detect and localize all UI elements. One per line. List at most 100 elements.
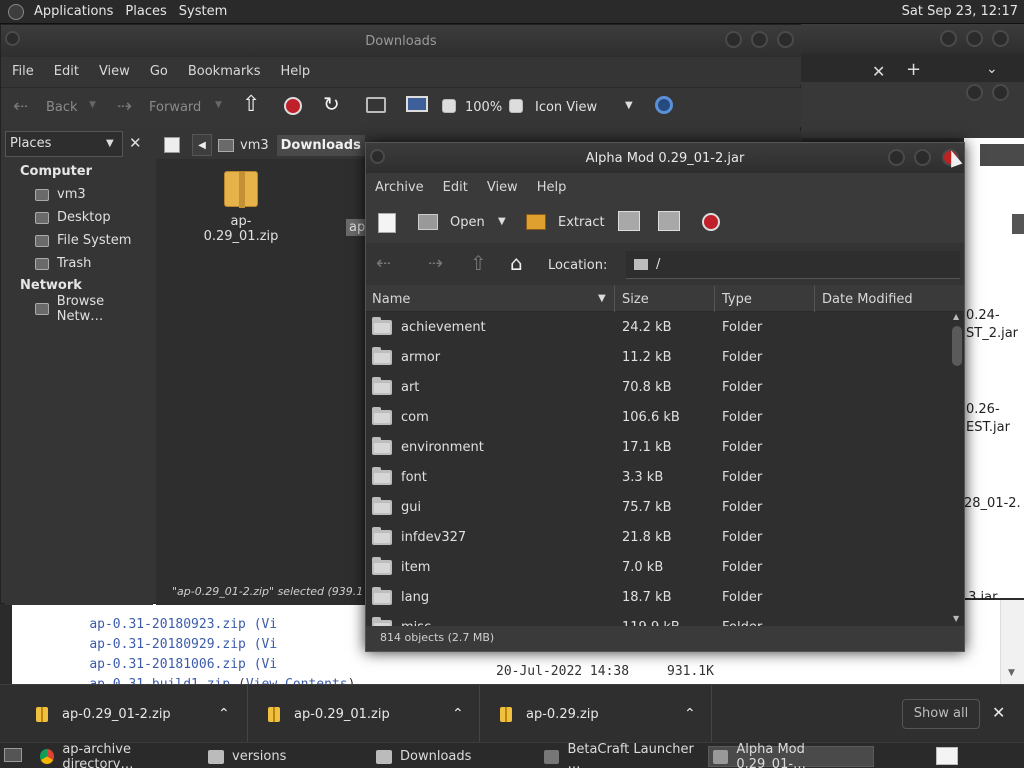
menu-edit[interactable]: Edit — [443, 180, 468, 195]
minimize-button[interactable] — [940, 30, 957, 47]
table-row[interactable]: misc119.9 kBFolder — [368, 612, 948, 626]
close-button[interactable] — [777, 31, 794, 48]
task-betacraft[interactable]: BetaCraft Launcher … — [540, 742, 706, 768]
scroll-down-icon[interactable]: ▼ — [953, 614, 959, 623]
close-sidebar-icon[interactable]: ✕ — [129, 134, 142, 152]
table-row[interactable]: achievement 24.2 kB Folder — [368, 312, 948, 342]
show-desktop-icon[interactable] — [4, 748, 22, 762]
menu-edit[interactable]: Edit — [54, 64, 79, 79]
clock[interactable]: Sat Sep 23, 12:17 — [902, 4, 1018, 19]
gnome-foot-icon[interactable] — [8, 3, 24, 20]
stop-icon[interactable] — [284, 97, 302, 115]
menu-file[interactable]: File — [12, 64, 34, 79]
back-dropdown-icon[interactable]: ▼ — [89, 100, 96, 110]
task-chrome[interactable]: ap-archive directory… — [36, 742, 200, 768]
add-files-icon[interactable] — [618, 211, 640, 231]
back-button[interactable]: Back — [46, 100, 78, 115]
download-item[interactable]: ap-0.29.zip ⌃ — [480, 685, 712, 743]
maximize-button[interactable] — [914, 149, 931, 166]
tab-close-icon[interactable]: ✕ — [872, 62, 885, 81]
sidebar-type-select[interactable]: Places ▼ — [5, 131, 123, 157]
maximize-button[interactable] — [966, 30, 983, 47]
applications-menu[interactable]: Applications — [34, 4, 113, 19]
menu-help[interactable]: Help — [537, 180, 567, 195]
show-all-button[interactable]: Show all — [902, 699, 980, 729]
menu-archive[interactable]: Archive — [375, 180, 424, 195]
scrollbar[interactable]: ▲ ▼ — [950, 312, 964, 626]
chevron-up-icon[interactable]: ⌃ — [452, 706, 464, 722]
menu-bookmarks[interactable]: Bookmarks — [188, 64, 261, 79]
chevron-up-icon[interactable]: ⌃ — [218, 706, 230, 722]
system-menu[interactable]: System — [179, 4, 227, 19]
home-icon[interactable]: ⌂ — [510, 251, 523, 275]
task-alpha-mod[interactable]: Alpha Mod 0.29_01-… — [708, 742, 874, 768]
open-dropdown-icon[interactable]: ▼ — [498, 216, 506, 227]
chevron-up-icon[interactable]: ⌃ — [684, 706, 696, 722]
scroll-up-icon[interactable]: ▲ — [953, 312, 959, 321]
extract-icon[interactable] — [526, 214, 546, 230]
zoom-in-icon[interactable] — [509, 99, 523, 113]
table-row[interactable]: gui 75.7 kB Folder — [368, 492, 948, 522]
scroll-thumb[interactable] — [952, 326, 962, 366]
sort-down-icon[interactable]: ▼ — [598, 293, 606, 304]
sidebar-item-desktop[interactable]: Desktop — [5, 206, 153, 229]
zoom-out-icon[interactable] — [442, 99, 456, 113]
edit-location-icon[interactable] — [164, 137, 180, 153]
back-arrow-icon[interactable]: ⇠ — [13, 96, 28, 117]
table-row[interactable]: armor 11.2 kB Folder — [368, 342, 948, 372]
menu-help[interactable]: Help — [280, 64, 310, 79]
reload-icon[interactable]: ↻ — [323, 92, 340, 116]
sidebar-item-filesystem[interactable]: File System — [5, 229, 153, 252]
table-row[interactable]: lang 18.7 kB Folder — [368, 582, 948, 612]
table-row[interactable]: font 3.3 kB Folder — [368, 462, 948, 492]
task-versions[interactable]: versions — [204, 746, 370, 767]
column-size[interactable]: Size — [622, 292, 649, 307]
sidebar-item-vm3[interactable]: vm3 — [5, 183, 153, 206]
forward-button[interactable]: Forward — [149, 100, 201, 115]
download-item[interactable]: ap-0.29_01-2.zip ⌃ — [0, 685, 248, 743]
open-button[interactable]: Open — [450, 215, 485, 230]
path-segment-downloads[interactable]: Downloads — [276, 134, 365, 156]
sidebar-item-browse-network[interactable]: Browse Netw… — [5, 294, 153, 324]
stop-icon[interactable] — [702, 213, 720, 231]
download-item[interactable]: ap-0.29_01.zip ⌃ — [248, 685, 480, 743]
extract-button[interactable]: Extract — [558, 215, 605, 230]
new-archive-icon[interactable] — [378, 213, 396, 233]
view-mode-select[interactable]: Icon View — [535, 100, 597, 115]
file-item[interactable]: ap-0.29_01.zip — [196, 171, 286, 244]
back-arrow-icon[interactable]: ⇠ — [376, 253, 391, 274]
view-mode-dropdown-icon[interactable]: ▼ — [625, 100, 633, 111]
home-icon[interactable] — [366, 97, 386, 113]
forward-arrow-icon[interactable]: ⇢ — [428, 253, 443, 274]
column-type[interactable]: Type — [722, 292, 752, 307]
minimize-button[interactable] — [725, 31, 742, 48]
column-date-modified[interactable]: Date Modified — [822, 292, 913, 307]
column-name[interactable]: Name — [372, 292, 410, 307]
add-folder-icon[interactable] — [658, 211, 680, 231]
chevron-down-icon[interactable]: ▼ — [106, 138, 114, 149]
close-downloads-icon[interactable]: ✕ — [992, 703, 1005, 722]
path-segment-vm3[interactable]: vm3 — [240, 138, 269, 153]
maximize-button[interactable] — [751, 31, 768, 48]
places-menu[interactable]: Places — [125, 4, 166, 19]
workspace-switcher[interactable] — [936, 747, 958, 765]
menu-view[interactable]: View — [487, 180, 518, 195]
tab-list-chevron-icon[interactable]: ⌄ — [986, 61, 998, 77]
second-maximize-button[interactable] — [992, 84, 1009, 101]
location-field[interactable]: / — [626, 251, 960, 279]
window-menu-button[interactable] — [370, 149, 385, 164]
menu-view[interactable]: View — [99, 64, 130, 79]
second-minimize-button[interactable] — [966, 84, 983, 101]
table-row[interactable]: infdev327 21.8 kB Folder — [368, 522, 948, 552]
up-arrow-icon[interactable]: ⇧ — [470, 251, 487, 275]
table-row[interactable]: environment 17.1 kB Folder — [368, 432, 948, 462]
task-downloads[interactable]: Downloads — [372, 746, 538, 767]
menu-go[interactable]: Go — [150, 64, 168, 79]
scroll-down-icon[interactable]: ▼ — [1008, 668, 1015, 678]
new-tab-icon[interactable]: + — [906, 59, 921, 80]
table-row[interactable]: com 106.6 kB Folder — [368, 402, 948, 432]
computer-icon[interactable] — [406, 96, 428, 112]
close-button[interactable] — [992, 30, 1009, 47]
sidebar-item-trash[interactable]: Trash — [5, 252, 153, 275]
table-row[interactable]: item 7.0 kB Folder — [368, 552, 948, 582]
